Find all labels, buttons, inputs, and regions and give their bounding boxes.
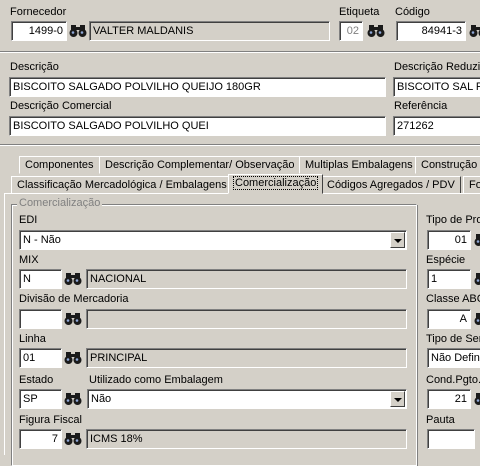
header-divider bbox=[0, 51, 480, 53]
estado-search-binoculars-icon[interactable] bbox=[63, 389, 83, 409]
tabs-divider bbox=[0, 144, 480, 146]
divisao-search-binoculars-icon[interactable] bbox=[63, 309, 83, 329]
tab-comercializacao[interactable]: Comercialização bbox=[228, 174, 323, 194]
linha-desc-field: PRINCIPAL bbox=[86, 348, 407, 368]
edi-select[interactable]: N - Não bbox=[19, 230, 407, 250]
tipo-produto-label: Tipo de Pro bbox=[426, 214, 480, 226]
etiqueta-search-binoculars-icon[interactable] bbox=[366, 21, 386, 41]
tab-label: Descrição Complementar/ Observação bbox=[105, 159, 295, 171]
embalagem-value: Não bbox=[91, 393, 111, 405]
cond-pgto-field[interactable]: 21 bbox=[427, 389, 471, 409]
descricao-comercial-field[interactable]: BISCOITO SALGADO POLVILHO QUEI bbox=[9, 116, 386, 136]
tab-descricao-complementar[interactable]: Descrição Complementar/ Observação bbox=[99, 156, 301, 174]
tab-label: Componentes bbox=[25, 159, 94, 171]
mix-desc-field: NACIONAL bbox=[86, 269, 407, 289]
etiqueta-field[interactable]: 02 bbox=[339, 21, 363, 41]
descricao-comercial-label: Descrição Comercial bbox=[10, 100, 111, 112]
cond-pgto-search-binoculars-icon[interactable] bbox=[473, 389, 480, 409]
embalagem-select[interactable]: Não bbox=[87, 389, 407, 409]
tab-codigos-agregados[interactable]: Códigos Agregados / PDV bbox=[321, 176, 461, 194]
codigo-label: Código bbox=[395, 6, 430, 18]
linha-label: Linha bbox=[19, 333, 46, 345]
mix-label: MIX bbox=[19, 254, 39, 266]
estado-code-field[interactable]: SP bbox=[19, 389, 62, 409]
referencia-field[interactable]: 271262 bbox=[393, 116, 480, 136]
fornecedor-search-binoculars-icon[interactable] bbox=[68, 21, 88, 41]
descricao-reduzida-field[interactable]: BISCOITO SAL PO bbox=[393, 77, 480, 97]
mix-code-field[interactable]: N bbox=[19, 269, 62, 289]
figura-fiscal-desc-field: ICMS 18% bbox=[86, 429, 407, 449]
mix-search-binoculars-icon[interactable] bbox=[63, 269, 83, 289]
especie-label: Espécie bbox=[426, 254, 465, 266]
pauta-label: Pauta bbox=[426, 414, 455, 426]
tab-componentes[interactable]: Componentes bbox=[19, 156, 100, 174]
tab-label: Multiplas Embalagens bbox=[305, 159, 413, 171]
divisao-desc-field bbox=[86, 309, 407, 329]
divisao-code-field[interactable] bbox=[19, 309, 62, 329]
especie-field[interactable]: 1 bbox=[427, 269, 471, 289]
codigo-field[interactable]: 84941-3 bbox=[396, 21, 466, 41]
tab-fo[interactable]: Fo bbox=[463, 176, 480, 194]
chevron-down-icon[interactable] bbox=[390, 391, 405, 407]
codigo-search-binoculars-icon[interactable] bbox=[468, 21, 480, 41]
fornecedor-label: Fornecedor bbox=[10, 6, 66, 18]
tipo-produto-search-binoculars-icon[interactable] bbox=[473, 230, 480, 250]
tab-panel-left-edge bbox=[4, 193, 5, 455]
edi-value: N - Não bbox=[23, 234, 61, 246]
tipo-servico-label: Tipo de Ser bbox=[426, 333, 480, 345]
tab-classificacao-mercadologica[interactable]: Classificação Mercadológica / Embalagens bbox=[11, 176, 233, 194]
divisao-label: Divisão de Mercadoria bbox=[19, 293, 128, 305]
tab-label: Comercialização bbox=[234, 177, 317, 189]
figura-fiscal-code-field[interactable]: 7 bbox=[19, 429, 62, 449]
fornecedor-code-field[interactable]: 1499-0 bbox=[11, 21, 67, 41]
tab-label: Classificação Mercadológica / Embalagens bbox=[17, 179, 227, 191]
groupbox-title: Comercialização bbox=[17, 197, 102, 209]
especie-search-binoculars-icon[interactable] bbox=[473, 269, 480, 289]
linha-search-binoculars-icon[interactable] bbox=[63, 348, 83, 368]
chevron-down-icon[interactable] bbox=[390, 232, 405, 248]
linha-code-field[interactable]: 01 bbox=[19, 348, 62, 368]
classe-abc-label: Classe ABC bbox=[426, 293, 480, 305]
tab-label: Construção bbox=[421, 159, 477, 171]
embalagem-label: Utilizado como Embalagem bbox=[89, 374, 223, 386]
referencia-label: Referência bbox=[394, 100, 447, 112]
pauta-field[interactable] bbox=[427, 429, 475, 449]
descricao-field[interactable]: BISCOITO SALGADO POLVILHO QUEIJO 180GR bbox=[9, 77, 386, 97]
figura-fiscal-search-binoculars-icon[interactable] bbox=[63, 429, 83, 449]
tipo-servico-field[interactable]: Não Defini bbox=[427, 348, 480, 368]
classe-abc-search-binoculars-icon[interactable] bbox=[473, 309, 480, 329]
cond-pgto-label: Cond.Pgto. bbox=[426, 374, 480, 386]
edi-label: EDI bbox=[19, 214, 37, 226]
descricao-reduzida-label: Descrição Reduzida bbox=[394, 61, 480, 73]
tab-label: Fo bbox=[469, 179, 480, 191]
fornecedor-name-field: VALTER MALDANIS bbox=[89, 21, 330, 41]
descricao-label: Descrição bbox=[10, 61, 59, 73]
tab-label: Códigos Agregados / PDV bbox=[327, 179, 455, 191]
tipo-produto-field[interactable]: 01 bbox=[427, 230, 471, 250]
etiqueta-label: Etiqueta bbox=[339, 6, 379, 18]
estado-label: Estado bbox=[19, 374, 53, 386]
figura-fiscal-label: Figura Fiscal bbox=[19, 414, 82, 426]
tab-construcao[interactable]: Construção bbox=[415, 156, 480, 174]
classe-abc-field[interactable]: A bbox=[427, 309, 471, 329]
tab-multiplas-embalagens[interactable]: Multiplas Embalagens bbox=[299, 156, 419, 174]
